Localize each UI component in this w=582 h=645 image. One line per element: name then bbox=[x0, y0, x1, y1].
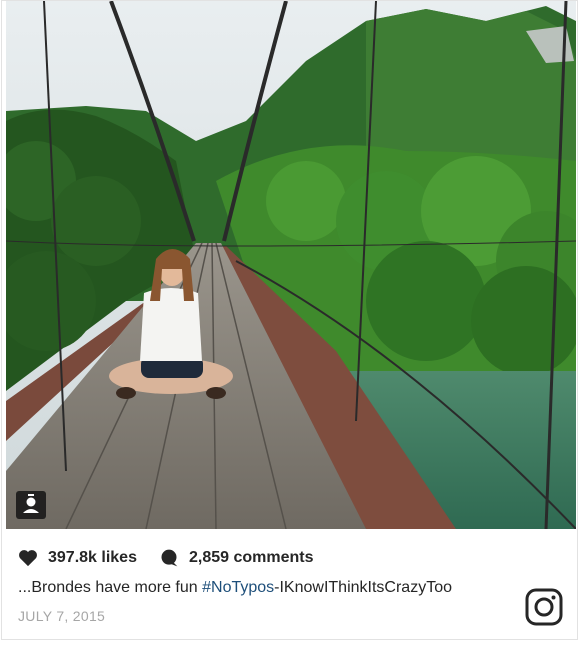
comments-stat[interactable]: 2,859 comments bbox=[159, 548, 314, 568]
post-stats: 397.8k likes 2,859 comments bbox=[18, 545, 335, 571]
caption-text: ...Brondes have more fun bbox=[18, 579, 203, 596]
caption-hashtag-link[interactable]: #NoTypos bbox=[202, 579, 274, 596]
likes-count: 397.8k likes bbox=[48, 549, 137, 566]
heart-icon bbox=[19, 550, 37, 567]
caption-tail: -IKnowIThinkItsCrazyToo bbox=[274, 579, 452, 596]
instagram-post-card: 397.8k likes 2,859 comments ...Brondes h… bbox=[1, 0, 578, 640]
post-date: JULY 7, 2015 bbox=[18, 608, 106, 624]
post-photo-image bbox=[6, 1, 576, 529]
comment-icon bbox=[161, 549, 178, 567]
comments-count: 2,859 comments bbox=[188, 549, 314, 566]
person-tag-icon[interactable] bbox=[16, 491, 46, 519]
likes-stat[interactable]: 397.8k likes bbox=[18, 549, 137, 567]
instagram-icon[interactable] bbox=[525, 588, 563, 626]
post-photo[interactable] bbox=[6, 1, 576, 529]
post-caption: ...Brondes have more fun #NoTypos-IKnowI… bbox=[18, 579, 518, 597]
